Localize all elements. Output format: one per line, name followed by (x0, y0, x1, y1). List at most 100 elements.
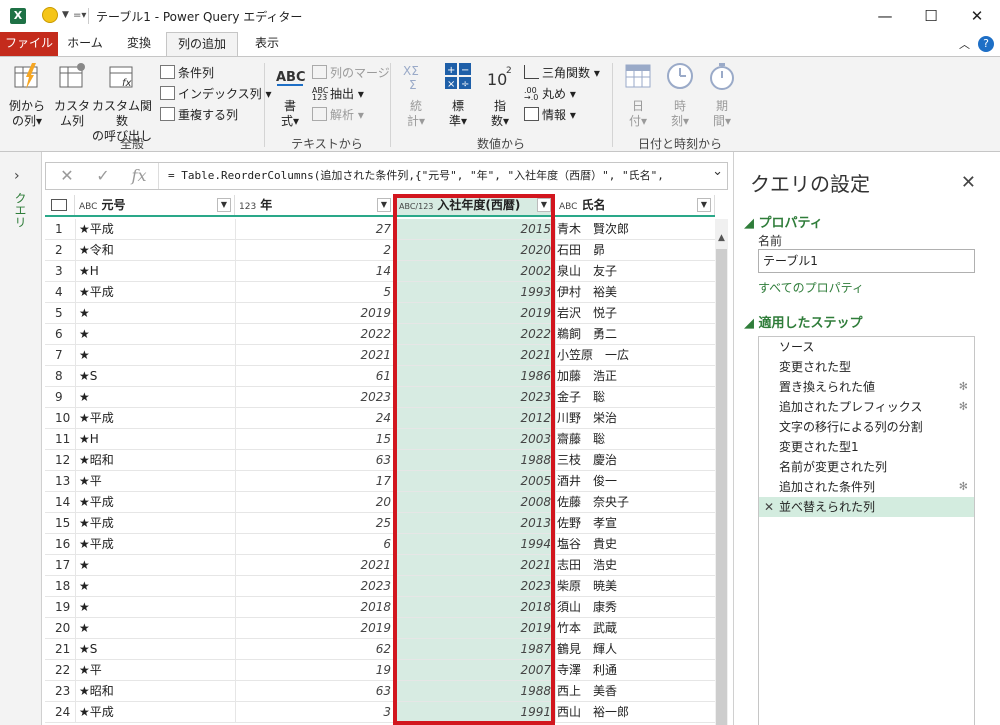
cell-era[interactable]: ★平成 (75, 219, 235, 239)
cell-era[interactable]: ★平成 (75, 513, 235, 533)
column-header-year[interactable]: 123 年 ▼ (235, 195, 395, 215)
cell-name[interactable]: 三枝 慶治 (555, 450, 715, 470)
cell-era[interactable]: ★ (75, 597, 235, 617)
cell-name[interactable]: 塩谷 貴史 (555, 534, 715, 554)
step-settings-gear-icon[interactable]: ✻ (959, 477, 968, 497)
invoke-custom-function-button[interactable]: fx カスタム関数 の呼び出し (90, 61, 154, 144)
tab-file[interactable]: ファイル (0, 32, 58, 56)
tab-view[interactable]: 表示 (238, 32, 296, 56)
applied-steps-section[interactable]: ◢ 適用したステップ (744, 312, 863, 331)
query-name-input[interactable]: テーブル1 (758, 249, 975, 273)
vertical-scrollbar[interactable]: ▲ (715, 219, 728, 725)
column-header-name[interactable]: ABC 氏名 ▼ (555, 195, 715, 215)
cell-name[interactable]: 竹本 武蔵 (555, 618, 715, 638)
applied-step[interactable]: ✕ 並べ替えられた列 (759, 497, 974, 517)
step-settings-gear-icon[interactable]: ✻ (959, 377, 968, 397)
cell-era[interactable]: ★ (75, 576, 235, 596)
cell-year[interactable]: 2 (235, 240, 395, 260)
filter-dropdown-icon[interactable]: ▼ (697, 198, 711, 212)
cell-era[interactable]: ★H (75, 429, 235, 449)
minimize-button[interactable]: — (862, 0, 908, 32)
cell-name[interactable]: 加藤 浩正 (555, 366, 715, 386)
cell-era[interactable]: ★H (75, 261, 235, 281)
cancel-formula-icon[interactable]: ✕ (54, 163, 80, 189)
cell-era[interactable]: ★平 (75, 660, 235, 680)
cell-name[interactable]: 佐藤 奈央子 (555, 492, 715, 512)
confirm-formula-icon[interactable]: ✓ (90, 163, 116, 189)
cell-era[interactable]: ★S (75, 366, 235, 386)
column-from-examples-button[interactable]: 例から の列▾ (6, 61, 48, 129)
cell-name[interactable]: 西上 美香 (555, 681, 715, 701)
cell-name[interactable]: 伊村 裕美 (555, 282, 715, 302)
customize-toolbar-icon[interactable]: =▾ (73, 10, 86, 21)
cell-name[interactable]: 須山 康秀 (555, 597, 715, 617)
type-text-icon[interactable]: ABC (559, 202, 577, 212)
tab-home[interactable]: ホーム (58, 32, 112, 56)
filter-dropdown-icon[interactable]: ▼ (377, 198, 391, 212)
cell-era[interactable]: ★平成 (75, 492, 235, 512)
cell-year[interactable]: 24 (235, 408, 395, 428)
delete-step-icon[interactable]: ✕ (764, 497, 774, 517)
scientific-button[interactable]: 10 2 指 数▾ (480, 61, 520, 129)
statistics-button[interactable]: XΣ Σ 統 計▾ (396, 61, 436, 129)
cell-year[interactable]: 2018 (235, 597, 395, 617)
cell-era[interactable]: ★S (75, 639, 235, 659)
cell-name[interactable]: 佐野 孝宣 (555, 513, 715, 533)
date-button[interactable]: 日 付▾ (618, 61, 658, 129)
cell-name[interactable]: 金子 聡 (555, 387, 715, 407)
tab-add-column[interactable]: 列の追加 (166, 32, 238, 56)
cell-name[interactable]: 岩沢 悦子 (555, 303, 715, 323)
merge-columns-button[interactable]: 列のマージ (312, 63, 390, 83)
custom-column-button[interactable]: カスタ ム列 (52, 61, 92, 129)
maximize-button[interactable]: ☐ (908, 0, 954, 32)
information-button[interactable]: 情報 ▾ (524, 105, 576, 125)
cell-era[interactable]: ★ (75, 303, 235, 323)
cell-name[interactable]: 志田 浩史 (555, 555, 715, 575)
duration-button[interactable]: 期 間▾ (702, 61, 742, 129)
cell-era[interactable]: ★平成 (75, 282, 235, 302)
parse-button[interactable]: 解析 ▾ (312, 105, 364, 125)
cell-year[interactable]: 63 (235, 450, 395, 470)
table-menu-icon[interactable] (45, 195, 75, 215)
type-number-icon[interactable]: 123 (239, 202, 256, 212)
cell-name[interactable]: 鵜飼 勇二 (555, 324, 715, 344)
scrollbar-thumb[interactable] (716, 249, 727, 725)
cell-era[interactable]: ★令和 (75, 240, 235, 260)
applied-step[interactable]: 名前が変更された列 (759, 457, 974, 477)
cell-year[interactable]: 15 (235, 429, 395, 449)
applied-step[interactable]: 文字の移行による列の分割 (759, 417, 974, 437)
trigonometry-button[interactable]: 三角関数 ▾ (524, 63, 600, 83)
cell-year[interactable]: 61 (235, 366, 395, 386)
applied-step[interactable]: ソース (759, 337, 974, 357)
expand-queries-icon[interactable]: › (14, 168, 20, 184)
rounding-button[interactable]: .00 →.0 丸め ▾ (524, 84, 576, 104)
cell-era[interactable]: ★平成 (75, 408, 235, 428)
smiley-icon[interactable] (42, 7, 58, 23)
tab-transform[interactable]: 変換 (112, 32, 166, 56)
cell-year[interactable]: 6 (235, 534, 395, 554)
cell-era[interactable]: ★平成 (75, 702, 235, 722)
fx-icon[interactable]: fx (126, 163, 152, 189)
time-button[interactable]: 時 刻▾ (660, 61, 700, 129)
cell-era[interactable]: ★昭和 (75, 681, 235, 701)
extract-button[interactable]: ABC 123 抽出 ▾ (312, 84, 364, 104)
cell-name[interactable]: 石田 昴 (555, 240, 715, 260)
cell-year[interactable]: 2023 (235, 387, 395, 407)
cell-year[interactable]: 27 (235, 219, 395, 239)
step-settings-gear-icon[interactable]: ✻ (959, 397, 968, 417)
cell-era[interactable]: ★平 (75, 471, 235, 491)
all-properties-link[interactable]: すべてのプロパティ (758, 279, 864, 296)
cell-name[interactable]: 泉山 友子 (555, 261, 715, 281)
cell-name[interactable]: 小笠原 一広 (555, 345, 715, 365)
cell-year[interactable]: 25 (235, 513, 395, 533)
applied-step[interactable]: 変更された型 (759, 357, 974, 377)
cell-year[interactable]: 20 (235, 492, 395, 512)
index-column-button[interactable]: インデックス列 ▾ (160, 84, 272, 104)
format-button[interactable]: ABC 書 式▾ (270, 61, 310, 129)
conditional-column-button[interactable]: 条件列 (160, 63, 214, 83)
cell-year[interactable]: 2019 (235, 618, 395, 638)
type-text-icon[interactable]: ABC (79, 202, 97, 212)
cell-name[interactable]: 齋藤 聡 (555, 429, 715, 449)
cell-name[interactable]: 酒井 俊一 (555, 471, 715, 491)
cell-year[interactable]: 2021 (235, 345, 395, 365)
